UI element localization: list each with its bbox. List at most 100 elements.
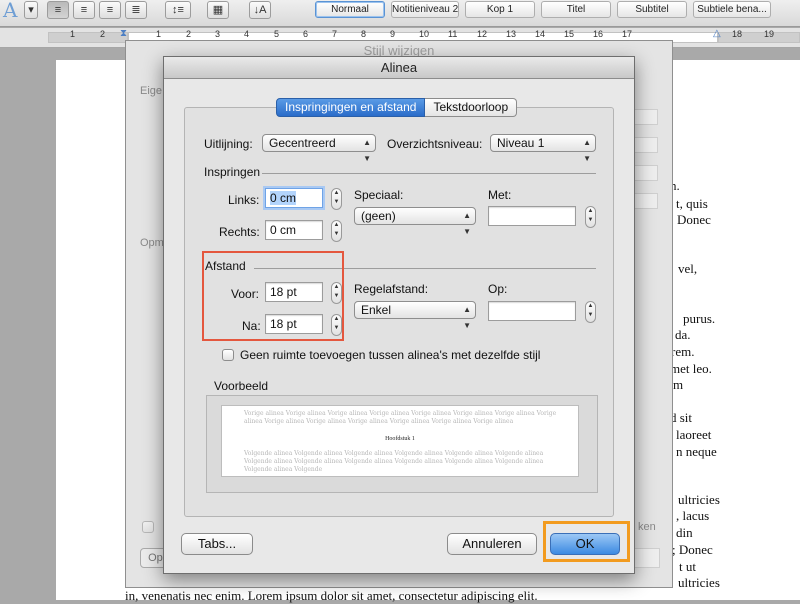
met-label: Met: (488, 188, 512, 202)
document-text-line: purus. (683, 311, 716, 326)
back-label-opmaak: Opm (140, 237, 164, 249)
rechts-stepper[interactable]: ▲ ▼ (331, 220, 342, 242)
style-subtiele-benadrukking[interactable]: Subtiele bena... (693, 1, 771, 18)
links-input[interactable]: 0 cm (265, 188, 323, 208)
ok-highlight (543, 521, 630, 562)
geen-ruimte-checkbox[interactable] (222, 349, 234, 361)
op-label: Op: (488, 282, 508, 296)
document-text-line: t ut (679, 559, 696, 574)
sort-az-icon[interactable]: ↓A (249, 1, 271, 19)
speciaal-value: (geen) (361, 209, 396, 223)
overzichtsniveau-label: Overzichtsniveau: (387, 137, 483, 151)
ruler-tick: 16 (593, 29, 604, 39)
document-text-line: rem. (671, 344, 695, 359)
preview-page: Vorige alinea Vorige alinea Vorige aline… (221, 405, 579, 477)
styles-gallery: Normaal Notitieniveau 2 Kop 1 Titel Subt… (287, 0, 800, 20)
speciaal-label: Speciaal: (354, 188, 404, 202)
document-text-line: laoreet (676, 427, 712, 442)
document-text-line: ; Donec (672, 542, 713, 557)
tabs-button[interactable]: Tabs... (181, 533, 253, 555)
document-text-line: d sit (670, 410, 693, 425)
ruler-tick: 7 (332, 29, 338, 39)
document-text-line: da. (675, 327, 691, 342)
uitlijning-value: Gecentreerd (269, 136, 336, 150)
document-text-line: in, venenatis nec enim. Lorem ipsum dolo… (125, 588, 538, 603)
overzichtsniveau-value: Niveau 1 (497, 136, 545, 150)
justify-icon[interactable]: ≣ (125, 1, 147, 19)
document-text-line: vel, (678, 261, 698, 276)
document-text-line: t, quis (676, 196, 708, 211)
document-text-line: met leo. (670, 361, 712, 376)
preview-heading: Hoofdstuk 1 (385, 436, 415, 442)
annuleren-button[interactable]: Annuleren (447, 533, 537, 555)
text-effects-icon[interactable]: A (3, 0, 17, 22)
style-kop-1[interactable]: Kop 1 (465, 1, 535, 18)
document-text-line: ultricies (678, 575, 720, 590)
align-right-icon[interactable]: ≡ (99, 1, 121, 19)
document-text-line: ultricies (678, 492, 720, 507)
document-text-line: m (673, 377, 684, 392)
document-text-line: Donec (677, 212, 711, 227)
ruler-tick: 13 (506, 29, 517, 39)
back-label-ken: ken (638, 521, 656, 533)
align-left-icon[interactable]: ≡ (47, 1, 69, 19)
document-text-line: , lacus (676, 508, 710, 523)
regelafstand-value: Enkel (361, 303, 392, 317)
ruler-tick: 5 (274, 29, 280, 39)
ruler-tick: 1 (70, 29, 76, 39)
uitlijning-select[interactable]: Gecentreerd ▲ ▼ (262, 134, 376, 163)
voorbeeld-label: Voorbeeld (214, 379, 269, 393)
regelafstand-label: Regelafstand: (354, 282, 429, 296)
borders-icon[interactable]: ▦ (207, 1, 229, 19)
ribbon-toolbar: A ▾ ≡ ≡ ≡ ≣ ↕≡ ▦ ↓A Normaal Notitienivea… (0, 0, 800, 27)
align-center-icon[interactable]: ≡ (73, 1, 95, 19)
overzichtsniveau-select[interactable]: Niveau 1 ▲ ▼ (490, 134, 596, 163)
ruler-tick: 18 (732, 29, 743, 39)
popup-arrows-icon: ▲ ▼ (463, 211, 471, 236)
regelafstand-select[interactable]: Enkel ▲ ▼ (354, 301, 476, 330)
popup-arrows-icon: ▲ ▼ (583, 138, 591, 163)
style-subtitel[interactable]: Subtitel (617, 1, 687, 18)
style-notitieniveau-2[interactable]: Notitieniveau 2 (391, 1, 459, 18)
ruler-tick: 3 (215, 29, 221, 39)
document-text-line: n neque (676, 444, 717, 459)
tab-inspringingen-en-afstand[interactable]: Inspringingen en afstand (276, 98, 426, 117)
ruler-tick: 17 (622, 29, 633, 39)
ruler-tick: 11 (448, 29, 458, 39)
op-input[interactable] (488, 301, 576, 321)
style-normaal[interactable]: Normaal (315, 1, 385, 18)
rechts-input[interactable]: 0 cm (265, 220, 323, 240)
ruler-tick: 14 (535, 29, 546, 39)
inspringen-header: Inspringen (204, 165, 261, 179)
right-indent-marker-icon[interactable]: △ (713, 28, 721, 39)
tab-bar: Inspringingen en afstand Tekstdoorloop (276, 98, 518, 117)
met-stepper[interactable]: ▲ ▼ (585, 206, 596, 228)
back-label-eigenschappen: Eige (140, 85, 163, 97)
popup-arrows-icon: ▲ ▼ (363, 138, 371, 163)
rechts-label: Rechts: (219, 225, 260, 239)
afstand-highlight (202, 251, 344, 341)
back-checkbox (142, 521, 154, 533)
ruler-tick: 1 (156, 29, 162, 39)
ruler-tick: 2 (100, 29, 106, 39)
tab-tekstdoorloop[interactable]: Tekstdoorloop (425, 98, 518, 117)
style-titel[interactable]: Titel (541, 1, 611, 18)
preview-next-paragraph: Volgende alinea Volgende alinea Volgende… (244, 450, 544, 473)
document-text-line: din (676, 525, 693, 540)
ruler-tick: 19 (764, 29, 775, 39)
ruler-tick: 9 (390, 29, 396, 39)
ruler-tick: 6 (303, 29, 309, 39)
met-input[interactable] (488, 206, 576, 226)
popup-arrows-icon: ▲ ▼ (463, 305, 471, 330)
dropdown-arrow-icon[interactable]: ▾ (24, 1, 38, 19)
links-stepper[interactable]: ▲ ▼ (331, 188, 342, 210)
speciaal-select[interactable]: (geen) ▲ ▼ (354, 207, 476, 236)
op-stepper[interactable]: ▲ ▼ (585, 301, 596, 323)
left-indent-marker-icon[interactable]: ⧗ (120, 28, 127, 39)
ruler-tick: 15 (564, 29, 575, 39)
ruler-tick: 2 (186, 29, 192, 39)
preview-previous-paragraph: Vorige alinea Vorige alinea Vorige aline… (244, 410, 557, 425)
geen-ruimte-label[interactable]: Geen ruimte toevoegen tussen alinea's me… (240, 348, 540, 362)
line-spacing-icon[interactable]: ↕≡ (165, 1, 191, 19)
ruler-tick: 4 (244, 29, 250, 39)
